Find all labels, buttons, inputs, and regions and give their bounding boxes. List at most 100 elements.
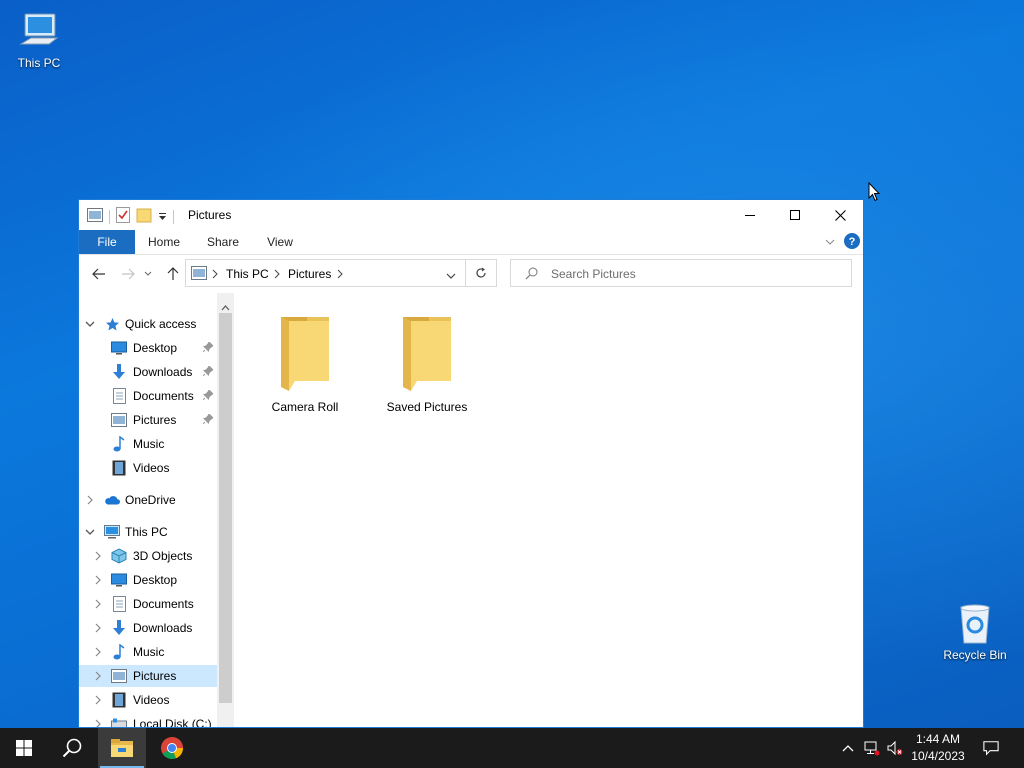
expand-ribbon-icon[interactable] [825, 236, 835, 250]
search-icon [62, 738, 82, 758]
chevron-down-icon [144, 271, 152, 276]
tab-home[interactable]: Home [143, 230, 185, 254]
window-pictures-icon[interactable] [87, 208, 103, 225]
chevron-right-icon[interactable] [93, 671, 103, 681]
taskbar-file-explorer[interactable] [98, 728, 146, 768]
tree-item-label: This PC [125, 525, 168, 539]
windows-logo-icon [16, 740, 32, 756]
tree-item-music[interactable]: Music [79, 641, 217, 663]
pin-icon [202, 365, 214, 379]
tree-item-pictures[interactable]: Pictures [79, 409, 217, 431]
close-button[interactable] [817, 200, 863, 230]
up-button[interactable] [164, 265, 182, 283]
recycle-bin-icon [960, 604, 990, 644]
refresh-button[interactable] [466, 259, 497, 287]
tree-item-desktop[interactable]: Desktop [79, 569, 217, 591]
tree-item-downloads[interactable]: Downloads [79, 617, 217, 639]
window-title: Pictures [188, 208, 232, 222]
volume-muted-icon[interactable] [887, 740, 903, 756]
close-icon [834, 209, 846, 221]
desktop-icon-label: Recycle Bin [943, 648, 1007, 662]
chevron-right-icon[interactable] [93, 551, 103, 561]
document-icon [111, 388, 127, 404]
tree-item-label: Downloads [133, 621, 193, 635]
tree-item-this-pc[interactable]: This PC [79, 521, 217, 543]
navigation-scrollbar[interactable] [217, 293, 234, 727]
scroll-up-icon[interactable] [221, 300, 230, 314]
properties-icon[interactable] [116, 207, 130, 226]
forward-button[interactable] [119, 265, 137, 283]
tree-item-documents[interactable]: Documents [79, 593, 217, 615]
music-note-icon [111, 644, 127, 660]
customize-toolbar-dropdown-icon[interactable] [158, 210, 167, 224]
drive-icon [111, 716, 127, 727]
breadcrumb-separator-icon[interactable] [337, 268, 343, 282]
tree-item-videos[interactable]: Videos [79, 457, 217, 479]
file-explorer-window: Pictures File Home Share View ? This PC … [78, 199, 864, 728]
pictures-icon [111, 412, 127, 428]
chevron-down-icon[interactable] [85, 319, 95, 329]
back-button[interactable] [90, 265, 108, 283]
start-button[interactable] [0, 728, 48, 768]
chevron-down-icon[interactable] [85, 527, 95, 537]
notifications-icon[interactable] [983, 740, 999, 756]
tree-item-3d-objects[interactable]: 3D Objects [79, 545, 217, 567]
up-arrow-icon [167, 267, 179, 280]
chevron-right-icon[interactable] [85, 495, 95, 505]
recent-locations-button[interactable] [143, 265, 153, 283]
minimize-button[interactable] [727, 200, 773, 230]
show-hidden-icons-chevron-icon[interactable] [840, 740, 856, 756]
tree-item-downloads[interactable]: Downloads [79, 361, 217, 383]
address-history-dropdown-icon[interactable] [446, 269, 456, 283]
folder-item-camera-roll[interactable]: Camera Roll [255, 311, 355, 414]
tab-view[interactable]: View [261, 230, 299, 254]
file-list: Camera Roll Saved Pictures [234, 293, 863, 727]
tree-item-label: Music [133, 645, 165, 659]
tree-item-label: Pictures [133, 669, 177, 683]
tree-item-desktop[interactable]: Desktop [79, 337, 217, 359]
taskbar-chrome[interactable] [148, 728, 196, 768]
tree-item-documents[interactable]: Documents [79, 385, 217, 407]
search-icon [525, 267, 538, 283]
tree-item-label: 3D Objects [133, 549, 193, 563]
chevron-right-icon[interactable] [93, 719, 103, 727]
chevron-right-icon[interactable] [93, 623, 103, 633]
new-folder-icon[interactable] [136, 207, 152, 226]
music-note-icon [111, 436, 127, 452]
folder-item-saved-pictures[interactable]: Saved Pictures [377, 311, 477, 414]
system-clock[interactable]: 1:44 AM 10/4/2023 [905, 731, 971, 765]
tree-item-music[interactable]: Music [79, 433, 217, 455]
folder-label: Saved Pictures [386, 400, 468, 414]
chevron-right-icon[interactable] [93, 647, 103, 657]
address-bar[interactable]: This PC Pictures [185, 259, 466, 287]
breadcrumb-separator-icon[interactable] [212, 268, 218, 282]
chevron-right-icon[interactable] [93, 575, 103, 585]
search-placeholder: Search Pictures [551, 267, 636, 281]
chevron-right-icon[interactable] [93, 695, 103, 705]
mouse-cursor-icon [868, 181, 881, 205]
chevron-right-icon[interactable] [93, 599, 103, 609]
desktop-icon-this-pc[interactable]: This PC [1, 10, 77, 70]
maximize-button[interactable] [772, 200, 818, 230]
breadcrumb-pictures[interactable]: Pictures [288, 267, 331, 281]
film-strip-icon [111, 692, 127, 708]
tree-item-label: Documents [133, 597, 194, 611]
tab-share[interactable]: Share [203, 230, 243, 254]
tab-file[interactable]: File [79, 230, 135, 254]
tree-item-local-disk[interactable]: Local Disk (C:) [79, 713, 217, 727]
tree-item-videos[interactable]: Videos [79, 689, 217, 711]
breadcrumb-this-pc[interactable]: This PC [226, 267, 269, 281]
help-icon[interactable]: ? [844, 233, 860, 252]
search-box[interactable]: Search Pictures [510, 259, 852, 287]
tree-item-label: OneDrive [125, 493, 176, 507]
scrollbar-thumb[interactable] [219, 313, 232, 703]
network-icon[interactable] [864, 740, 880, 756]
tree-item-onedrive[interactable]: OneDrive [79, 489, 217, 511]
desktop-icon-recycle-bin[interactable]: Recycle Bin [937, 602, 1013, 662]
search-button[interactable] [48, 728, 96, 768]
folder-icon [281, 317, 329, 391]
tree-item-pictures[interactable]: Pictures [79, 665, 217, 687]
pictures-location-icon [191, 266, 207, 283]
tree-item-quick-access[interactable]: Quick access [79, 313, 217, 335]
breadcrumb-separator-icon[interactable] [274, 268, 280, 282]
